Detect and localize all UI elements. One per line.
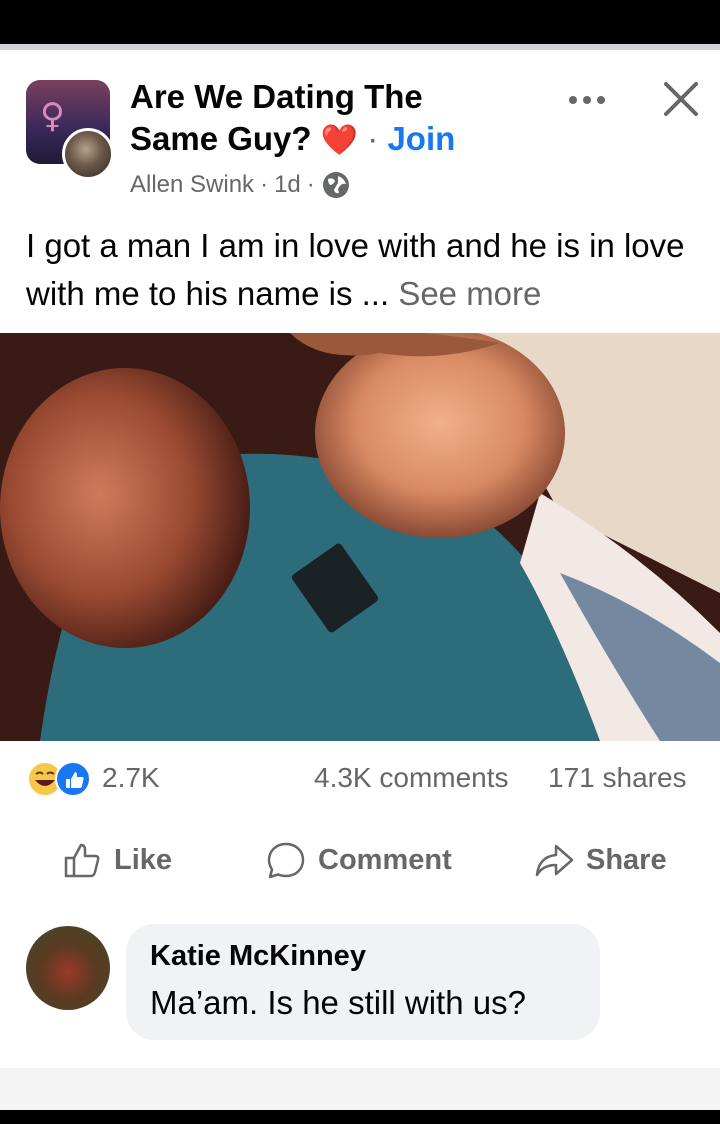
comment-author[interactable]: Katie McKinney — [150, 940, 366, 973]
post-meta: Allen Swink · 1d · — [130, 170, 351, 200]
post-actions: Like Comment Share — [0, 830, 720, 890]
shares-count[interactable]: 171 shares — [548, 762, 687, 794]
comment-button[interactable]: Comment — [266, 830, 452, 890]
like-label: Like — [114, 843, 173, 876]
globe-icon — [322, 172, 349, 198]
heart-emoji: ❤️ — [320, 124, 359, 157]
post-text: I got a man I am in love with and he is … — [26, 227, 685, 312]
share-arrow-icon — [535, 844, 574, 877]
like-reaction-icon — [55, 761, 91, 797]
reaction-icons[interactable] — [26, 760, 96, 798]
comments-count[interactable]: 4.3K comments — [314, 762, 509, 794]
comment-label: Comment — [318, 843, 452, 876]
post-author[interactable]: Allen Swink — [130, 171, 254, 199]
post-time[interactable]: 1d — [274, 171, 301, 199]
poster-avatar[interactable] — [62, 128, 114, 180]
share-label: Share — [586, 843, 667, 876]
group-name[interactable]: Are We Dating The Same Guy? — [130, 78, 423, 157]
commenter-avatar[interactable] — [26, 926, 110, 1010]
group-title[interactable]: Are We Dating The Same Guy? ❤️ · Join — [130, 76, 510, 162]
thumbs-up-icon — [64, 843, 100, 878]
join-button[interactable]: Join — [387, 120, 455, 157]
comment-text: Ma’am. Is he still with us? — [150, 984, 526, 1021]
photo-content — [0, 333, 720, 741]
comment-bubble-icon — [267, 842, 305, 879]
navigation-bar — [0, 1068, 720, 1110]
female-symbol-icon: ♀ — [40, 96, 65, 136]
share-button[interactable]: Share — [534, 830, 667, 890]
comment-bubble[interactable]: Katie McKinney Ma’am. Is he still with u… — [126, 924, 600, 1040]
post-header: ♀ Are We Dating The Same Guy? ❤️ · Join … — [0, 50, 720, 200]
post-body: I got a man I am in love with and he is … — [26, 222, 706, 318]
meta-separator: · — [260, 171, 269, 198]
bottom-edge — [0, 1110, 720, 1124]
reaction-count[interactable]: 2.7K — [102, 762, 160, 794]
separator: · — [367, 120, 379, 157]
more-horizontal-icon[interactable] — [565, 90, 609, 110]
close-icon[interactable] — [660, 78, 702, 120]
meta-separator: · — [306, 171, 315, 198]
like-button[interactable]: Like — [62, 830, 172, 890]
post-stats: 2.7K 4.3K comments 171 shares — [0, 758, 720, 802]
see-more-link[interactable]: See more — [398, 275, 541, 312]
post-photo[interactable] — [0, 333, 720, 741]
status-bar — [0, 0, 720, 44]
